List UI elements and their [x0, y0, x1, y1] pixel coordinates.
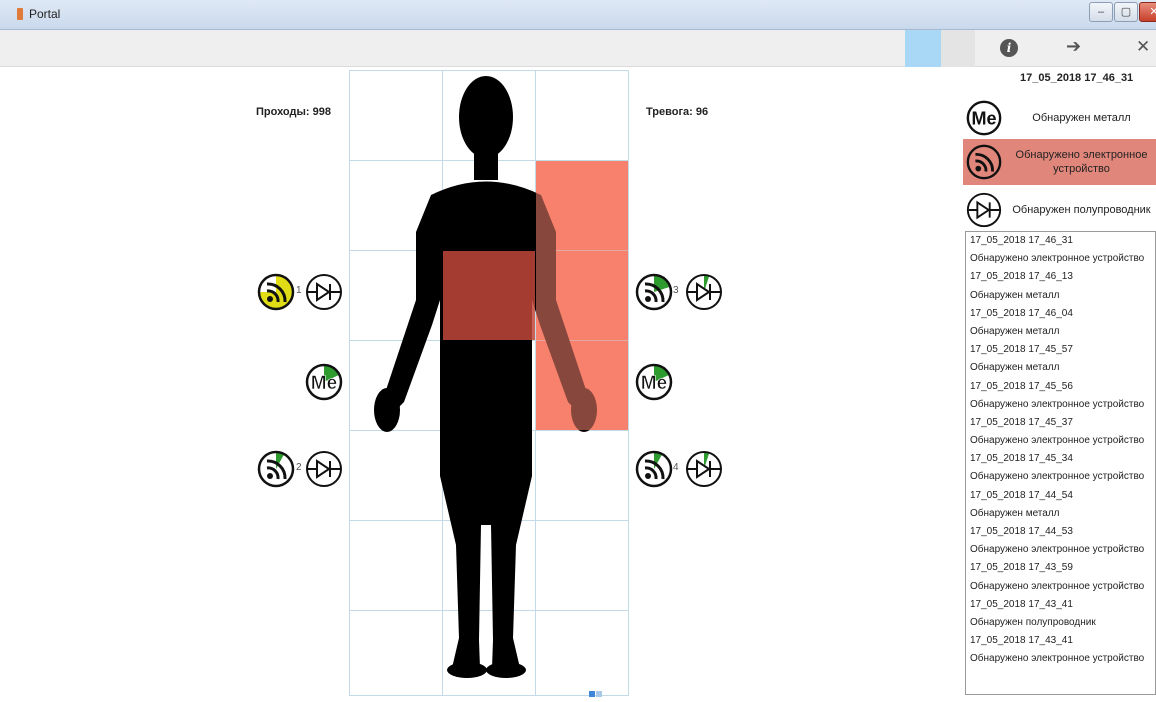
semiconductor-icon[interactable]: [304, 449, 344, 489]
log-entry[interactable]: 17_05_2018 17_45_37: [966, 414, 1155, 432]
log-entry[interactable]: Обнаружен полупроводник: [966, 614, 1155, 632]
log-entry[interactable]: 17_05_2018 17_43_59: [966, 559, 1155, 577]
metal-icon[interactable]: Me: [304, 362, 344, 402]
log-entry[interactable]: 17_05_2018 17_45_57: [966, 341, 1155, 359]
log-entry[interactable]: Обнаружено электронное устройство: [966, 250, 1155, 268]
semiconductor-icon[interactable]: [304, 272, 344, 312]
log-entry[interactable]: Обнаружено электронное устройство: [966, 468, 1155, 486]
log-entry[interactable]: 17_05_2018 17_43_41: [966, 632, 1155, 650]
svg-text:Me: Me: [311, 373, 337, 394]
log-entry[interactable]: Обнаружен металл: [966, 323, 1155, 341]
legend-electronic-device[interactable]: Обнаружено электронное устройство: [963, 139, 1156, 185]
log-entry[interactable]: Обнаружено электронное устройство: [966, 541, 1155, 559]
legend-semiconductor-label: Обнаружен полупроводник: [1012, 204, 1151, 216]
log-entry[interactable]: Обнаружено электронное устройство: [966, 650, 1155, 668]
semiconductor-icon: [966, 192, 1002, 228]
electronic-device-icon[interactable]: [634, 449, 674, 489]
zone-number: 3: [673, 285, 679, 296]
log-entry[interactable]: 17_05_2018 17_44_53: [966, 523, 1155, 541]
log-entry[interactable]: Обнаружено электронное устройство: [966, 396, 1155, 414]
log-entry[interactable]: 17_05_2018 17_46_13: [966, 268, 1155, 286]
metal-icon[interactable]: Me: [634, 362, 674, 402]
electronic-device-icon[interactable]: [256, 449, 296, 489]
log-entry[interactable]: Обнаружено электронное устройство: [966, 432, 1155, 450]
log-entry[interactable]: 17_05_2018 17_43_41: [966, 596, 1155, 614]
metal-icon: Me: [966, 100, 1002, 136]
electronic-device-icon[interactable]: [256, 272, 296, 312]
legend-metal[interactable]: Me Обнаружен металл: [963, 95, 1156, 141]
svg-text:Me: Me: [971, 109, 996, 129]
legend-electronic-device-label: Обнаружено электронное устройство: [1015, 149, 1148, 175]
log-entry[interactable]: Обнаружен металл: [966, 505, 1155, 523]
log-entry[interactable]: 17_05_2018 17_46_31: [966, 232, 1155, 250]
page-dot[interactable]: [596, 691, 602, 697]
semiconductor-icon[interactable]: [684, 449, 724, 489]
page-dot-active[interactable]: [589, 691, 595, 697]
legend-metal-label: Обнаружен металл: [1032, 112, 1131, 124]
electronic-device-icon[interactable]: [634, 272, 674, 312]
log-entry[interactable]: 17_05_2018 17_46_04: [966, 305, 1155, 323]
svg-text:Me: Me: [641, 373, 667, 394]
legend-semiconductor[interactable]: Обнаружен полупроводник: [963, 187, 1156, 233]
log-entry[interactable]: Обнаружен металл: [966, 287, 1155, 305]
log-entry[interactable]: 17_05_2018 17_44_54: [966, 487, 1155, 505]
current-datetime: 17_05_2018 17_46_31: [1020, 72, 1134, 84]
log-entry[interactable]: Обнаружено электронное устройство: [966, 578, 1155, 596]
log-entry[interactable]: Обнаружен металл: [966, 359, 1155, 377]
zone-alarm-highlight: [443, 251, 535, 340]
event-log-list[interactable]: 17_05_2018 17_46_31 Обнаружено электронно…: [965, 231, 1156, 695]
zone-number: 1: [296, 285, 302, 296]
semiconductor-icon[interactable]: [684, 272, 724, 312]
page-indicator: [589, 684, 603, 702]
electronic-device-icon: [966, 144, 1002, 180]
zone-alarm-highlight: [536, 161, 628, 430]
log-entry[interactable]: 17_05_2018 17_45_56: [966, 378, 1155, 396]
log-entry[interactable]: 17_05_2018 17_45_34: [966, 450, 1155, 468]
zone-number: 2: [296, 462, 302, 473]
zone-number: 4: [673, 462, 679, 473]
